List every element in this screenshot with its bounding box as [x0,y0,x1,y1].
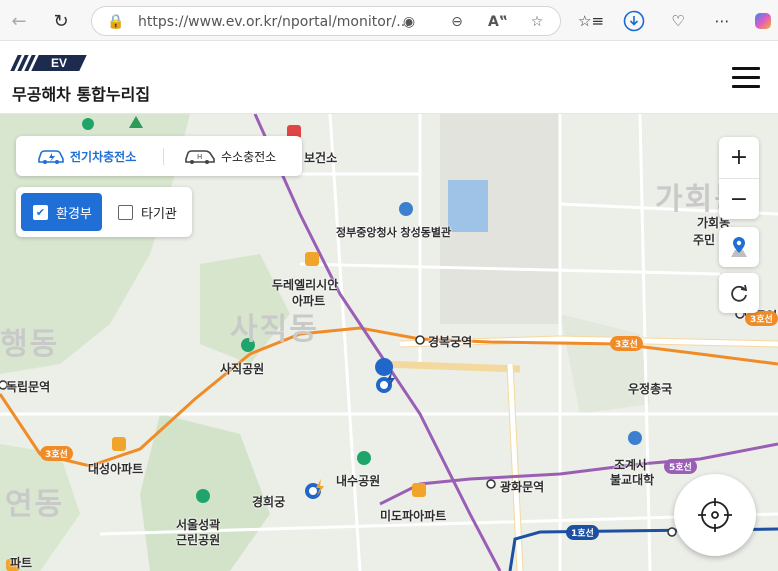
zoom-out-button[interactable]: − [719,179,759,220]
organization-filter: ✔ 환경부 타기관 [16,187,192,237]
hydrogen-station-label: 수소충전소 [221,149,277,164]
current-location-button[interactable] [674,474,756,556]
map-label: 정부중앙청사 창성동별관 [336,226,452,239]
map-pin-button[interactable] [719,227,759,267]
refresh-icon[interactable]: ↻ [48,8,74,34]
tracking-icon[interactable]: ◉ [399,12,419,32]
zoom-in-button[interactable]: + [719,137,759,178]
url-text[interactable]: https://www.ev.or.kr/nportal/monitor/... [138,14,410,30]
ministry-environment-toggle[interactable]: ✔ 환경부 [21,193,102,231]
svg-text:H: H [197,153,202,161]
address-bar[interactable]: 🔒 https://www.ev.or.kr/nportal/monitor/.… [91,6,561,36]
map-label: 광화문역 [500,480,545,494]
map-label: 사직공원 [220,362,265,376]
map-label: 우정총국 [628,382,673,396]
rotate-icon [731,284,748,302]
favorite-star-icon[interactable]: ☆ [527,12,547,32]
checkbox-unchecked-icon [118,204,133,220]
read-aloud-icon[interactable]: A‟ [488,12,508,32]
divider [163,148,164,165]
browser-toolbar: ← ↻ 🔒 https://www.ev.or.kr/nportal/monit… [0,0,778,41]
map-label-district: 연동 [5,487,65,522]
map-label: 경복궁역 [428,335,473,349]
map-pin-icon [731,237,747,257]
hydrogen-car-icon: H [185,150,215,164]
map-label: 파트 [10,556,33,570]
map-label: 내수공원 [336,474,381,488]
download-icon[interactable] [622,9,646,33]
zoom-control: + − [719,137,759,219]
map-label: 근린공원 [176,533,221,547]
map-label: 두레엘리시안 [272,278,339,292]
map-label: 독립문역 [6,380,51,394]
health-icon[interactable]: ♡ [666,9,690,33]
checkbox-checked-icon: ✔ [33,204,48,220]
map-label: 경희궁 [252,495,286,509]
site-header: EV 무공해차 통합누리집 [0,41,778,114]
refresh-map-button[interactable] [719,273,759,313]
subway-line-tag: 3호선 [745,311,778,326]
ministry-environment-label: 환경부 [56,206,92,222]
ev-station-tab[interactable]: 전기차충전소 [36,136,136,176]
lock-icon[interactable]: 🔒 [106,12,126,32]
subway-line-tag: 5호선 [664,459,697,474]
map-label: 대성아파트 [88,462,144,476]
ev-station-label: 전기차충전소 [70,149,137,164]
favorites-icon[interactable]: ☆≡ [578,9,604,33]
site-logo[interactable]: EV [10,55,87,71]
ev-car-icon [38,150,64,164]
map-label-district: 사직동 [230,312,319,347]
hydrogen-station-tab[interactable]: H 수소충전소 [183,136,276,176]
map-label: 불교대학 [610,473,655,487]
site-title[interactable]: 무공해차 통합누리집 [12,81,150,105]
subway-line-tag: 3호선 [610,336,643,351]
map-label: 주민 [693,233,716,247]
subway-line-tag: 3호선 [40,446,73,461]
crosshair-icon [698,498,732,532]
map-label: 미도파아파트 [380,509,447,523]
back-icon[interactable]: ← [6,8,32,34]
menu-icon[interactable] [732,67,760,91]
map-label: 아파트 [292,294,326,308]
zoom-out-icon[interactable]: ⊖ [447,12,467,32]
more-icon[interactable]: ⋯ [710,9,734,33]
other-agency-toggle[interactable]: 타기관 [118,193,177,231]
map-label: 보건소 [304,151,338,165]
logo-text: EV [50,56,67,70]
subway-line-tag: 1호선 [566,525,599,540]
station-type-panel: 전기차충전소 H 수소충전소 [16,136,302,176]
map-label-district: 행동 [0,327,60,362]
copilot-icon[interactable] [751,9,775,33]
other-agency-label: 타기관 [141,206,177,222]
map-canvas[interactable]: 사직동 가회동 연동 행동 정부중앙청사 창성동별관 두레엘리시안 아파트 경복… [0,114,778,571]
